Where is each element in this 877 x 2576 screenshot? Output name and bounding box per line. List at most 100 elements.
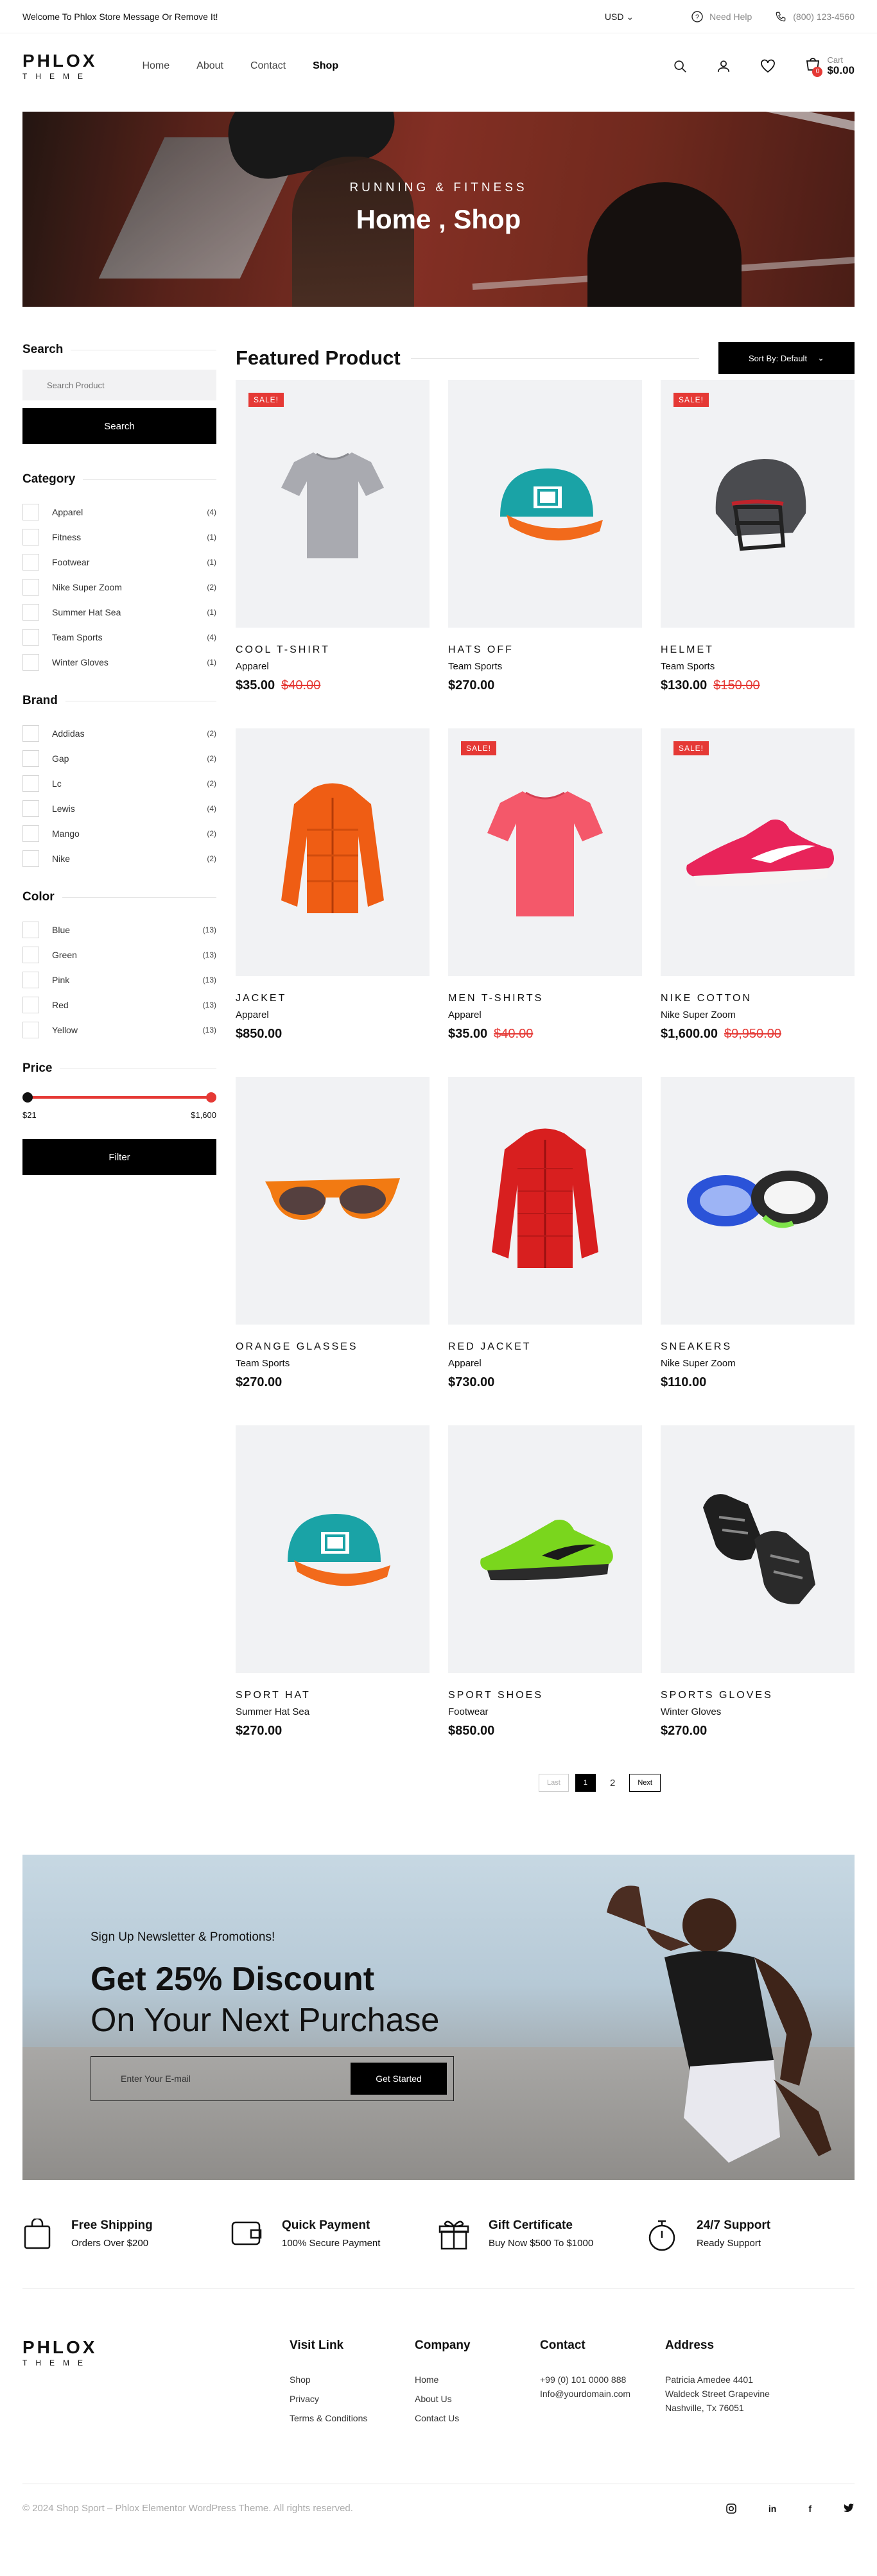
checkbox[interactable]: [22, 528, 39, 545]
product-search-input[interactable]: [22, 370, 216, 400]
footer-phone[interactable]: +99 (0) 101 0000 888: [540, 2374, 665, 2385]
product-name[interactable]: HATS OFF: [448, 644, 642, 656]
product-card[interactable]: SALE! HELMET Team Sports $130.00 $150.00: [661, 380, 855, 728]
product-card[interactable]: ORANGE GLASSES Team Sports $270.00: [236, 1077, 430, 1425]
price-range-slider[interactable]: [22, 1088, 216, 1106]
category-item[interactable]: Winter Gloves (1): [22, 649, 216, 674]
email-field[interactable]: Enter Your E-mail: [121, 2074, 351, 2084]
nav-about[interactable]: About: [196, 60, 223, 72]
checkbox[interactable]: [22, 775, 39, 792]
sort-dropdown[interactable]: Sort By: Default ⌄: [718, 342, 855, 374]
checkbox[interactable]: [22, 628, 39, 646]
checkbox[interactable]: [22, 946, 39, 963]
category-item[interactable]: Footwear (1): [22, 549, 216, 574]
checkbox[interactable]: [22, 971, 39, 988]
brand-item[interactable]: Addidas (2): [22, 721, 216, 746]
checkbox[interactable]: [22, 921, 39, 938]
pagination-page-current[interactable]: 1: [575, 1774, 596, 1792]
search-icon[interactable]: [673, 59, 687, 73]
checkbox[interactable]: [22, 1021, 39, 1038]
checkbox[interactable]: [22, 503, 39, 520]
brand-item[interactable]: Lewis (4): [22, 796, 216, 821]
color-item[interactable]: Yellow (13): [22, 1017, 216, 1042]
pagination-page[interactable]: 2: [602, 1774, 623, 1792]
footer-link[interactable]: Home: [415, 2374, 540, 2385]
user-icon[interactable]: [716, 59, 731, 73]
brand-item[interactable]: Gap (2): [22, 746, 216, 771]
checkbox[interactable]: [22, 725, 39, 742]
nav-shop[interactable]: Shop: [313, 60, 338, 72]
nav-contact[interactable]: Contact: [250, 60, 286, 72]
cart-button[interactable]: 0 Cart $0.00: [805, 55, 855, 77]
product-card[interactable]: RED JACKET Apparel $730.00: [448, 1077, 642, 1425]
footer-contact-title: Contact: [540, 2339, 586, 2352]
product-name[interactable]: HELMET: [661, 644, 855, 656]
footer-link[interactable]: Contact Us: [415, 2413, 540, 2423]
brand-item[interactable]: Lc (2): [22, 771, 216, 796]
product-name[interactable]: JACKET: [236, 993, 430, 1004]
product-name[interactable]: RED JACKET: [448, 1341, 642, 1353]
product-name[interactable]: SNEAKERS: [661, 1341, 855, 1353]
brand-item[interactable]: Mango (2): [22, 821, 216, 846]
color-item[interactable]: Blue (13): [22, 917, 216, 942]
product-card[interactable]: SPORT SHOES Footwear $850.00: [448, 1425, 642, 1774]
category-item[interactable]: Team Sports (4): [22, 624, 216, 649]
product-card[interactable]: SALE! MEN T-SHIRTS Apparel $35.00 $40.00: [448, 728, 642, 1077]
product-card[interactable]: SPORT HAT Summer Hat Sea $270.00: [236, 1425, 430, 1774]
brand-item[interactable]: Nike (2): [22, 846, 216, 871]
pagination-next[interactable]: Next: [629, 1774, 661, 1792]
footer-logo[interactable]: PHLOX THEME: [22, 2339, 290, 2367]
checkbox[interactable]: [22, 850, 39, 867]
search-button[interactable]: Search: [22, 408, 216, 444]
pagination-prev[interactable]: Last: [539, 1774, 569, 1792]
footer-link[interactable]: Terms & Conditions: [290, 2413, 415, 2423]
footer-link[interactable]: Privacy: [290, 2394, 415, 2404]
filter-button[interactable]: Filter: [22, 1139, 216, 1175]
product-name[interactable]: SPORTS GLOVES: [661, 1690, 855, 1701]
category-item[interactable]: Fitness (1): [22, 524, 216, 549]
product-name[interactable]: SPORT HAT: [236, 1690, 430, 1701]
checkbox[interactable]: [22, 996, 39, 1013]
get-started-button[interactable]: Get Started: [351, 2063, 447, 2095]
product-card[interactable]: JACKET Apparel $850.00: [236, 728, 430, 1077]
color-item[interactable]: Red (13): [22, 992, 216, 1017]
checkbox[interactable]: [22, 553, 39, 571]
nav-home[interactable]: Home: [142, 60, 169, 72]
instagram-icon[interactable]: [726, 2503, 736, 2514]
product-name[interactable]: NIKE COTTON: [661, 993, 855, 1004]
product-name[interactable]: COOL T-SHIRT: [236, 644, 430, 656]
price-max-handle[interactable]: [206, 1092, 216, 1103]
twitter-icon[interactable]: [844, 2503, 855, 2513]
wishlist-heart-icon[interactable]: [760, 59, 776, 73]
product-card[interactable]: SNEAKERS Nike Super Zoom $110.00: [661, 1077, 855, 1425]
product-card[interactable]: SALE! COOL T-SHIRT Apparel $35.00 $40.00: [236, 380, 430, 728]
checkbox[interactable]: [22, 825, 39, 842]
category-item[interactable]: Nike Super Zoom (2): [22, 574, 216, 599]
product-name[interactable]: SPORT SHOES: [448, 1690, 642, 1701]
category-item[interactable]: Apparel (4): [22, 499, 216, 524]
checkbox[interactable]: [22, 653, 39, 671]
facebook-icon[interactable]: f: [808, 2503, 812, 2514]
color-item[interactable]: Green (13): [22, 942, 216, 967]
linkedin-icon[interactable]: in: [768, 2503, 776, 2514]
category-item[interactable]: Summer Hat Sea (1): [22, 599, 216, 624]
help-link[interactable]: ? Need Help: [691, 11, 752, 22]
cap-icon: [500, 468, 603, 541]
footer-link[interactable]: About Us: [415, 2394, 540, 2404]
phone-link[interactable]: (800) 123-4560: [775, 11, 855, 22]
checkbox[interactable]: [22, 578, 39, 596]
checkbox[interactable]: [22, 603, 39, 621]
color-item[interactable]: Pink (13): [22, 967, 216, 992]
footer-link[interactable]: Shop: [290, 2374, 415, 2385]
product-card[interactable]: SALE! NIKE COTTON Nike Super Zoom $1,600…: [661, 728, 855, 1077]
checkbox[interactable]: [22, 750, 39, 767]
checkbox[interactable]: [22, 800, 39, 817]
product-card[interactable]: HATS OFF Team Sports $270.00: [448, 380, 642, 728]
product-name[interactable]: ORANGE GLASSES: [236, 1341, 430, 1353]
product-card[interactable]: SPORTS GLOVES Winter Gloves $270.00: [661, 1425, 855, 1774]
site-logo[interactable]: PHLOX THEME: [22, 52, 97, 81]
footer-email[interactable]: Info@yourdomain.com: [540, 2389, 665, 2399]
currency-select[interactable]: USD ⌄: [605, 12, 634, 22]
product-name[interactable]: MEN T-SHIRTS: [448, 993, 642, 1004]
price-min-handle[interactable]: [22, 1092, 33, 1103]
